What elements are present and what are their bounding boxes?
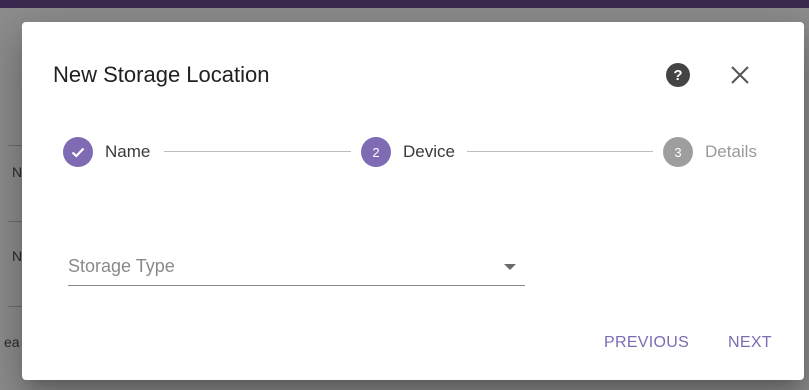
select-underline: [68, 285, 525, 286]
step-details: 3 Details: [663, 136, 757, 168]
step-label-device: Device: [403, 142, 455, 161]
close-icon[interactable]: [727, 62, 753, 88]
step-connector: [467, 151, 653, 152]
app-top-bar: [0, 0, 809, 8]
svg-text:?: ?: [673, 67, 682, 84]
background-text-fragment: N: [12, 164, 23, 180]
previous-button[interactable]: PREVIOUS: [604, 334, 689, 352]
step-number-device: 2: [361, 137, 391, 167]
dropdown-arrow-icon: [504, 264, 516, 270]
step-connector: [164, 151, 351, 152]
new-storage-location-dialog: New Storage Location ? Name 2 Device 3 D…: [22, 22, 804, 380]
storage-type-placeholder: Storage Type: [68, 256, 175, 276]
check-icon: [63, 137, 93, 167]
step-number-details: 3: [663, 137, 693, 167]
background-text-fragment: N: [12, 248, 23, 264]
step-device: 2 Device: [361, 136, 455, 168]
step-label-name: Name: [105, 142, 151, 161]
next-button[interactable]: NEXT: [728, 334, 772, 352]
storage-type-select[interactable]: Storage Type: [68, 250, 525, 286]
step-label-details: Details: [705, 142, 757, 161]
background-text-fragment: ea: [4, 334, 20, 350]
step-name: Name: [63, 136, 150, 168]
help-icon[interactable]: ?: [665, 62, 691, 88]
dialog-title: New Storage Location: [53, 62, 270, 87]
